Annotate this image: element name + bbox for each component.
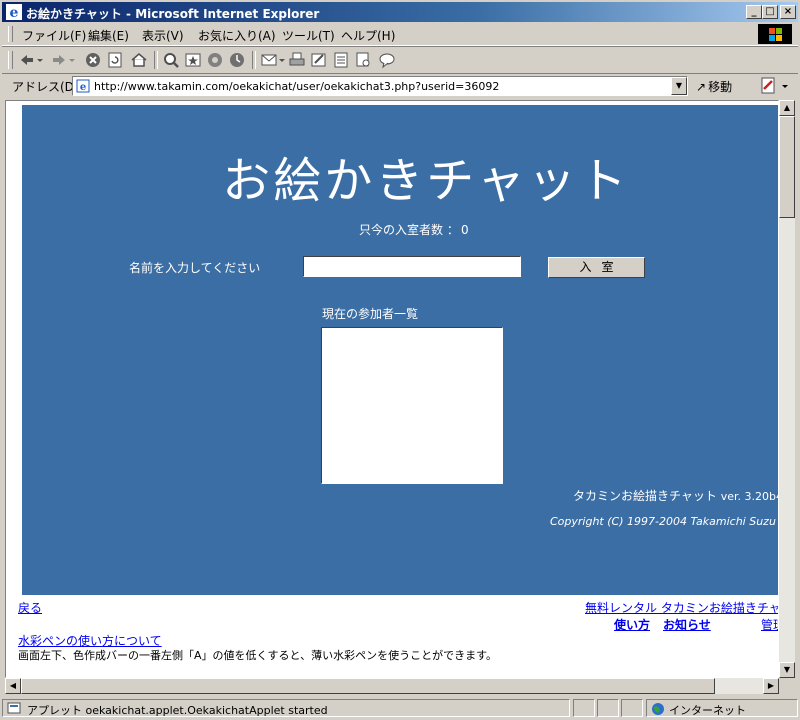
members-list-label: 現在の参加者一覧 [322,307,419,321]
svg-text:e: e [10,5,19,20]
scroll-down-button[interactable]: ▼ [779,662,795,678]
name-input[interactable] [303,256,521,277]
menu-file[interactable]: ファイル(F) [22,27,86,44]
status-message-panel: アプレット oekakichat.applet.OekakichatApplet… [2,699,570,717]
forward-arrow-icon[interactable] [50,51,68,69]
go-arrow-icon: ↗ [696,80,707,94]
watercolor-pen-text: 画面左下、色作成バーの一番左側「A」の値を低くすると、薄い水彩ペンを使うことがで… [18,649,497,662]
address-dropdown-icon[interactable]: ▼ [671,77,687,95]
mail-icon[interactable] [260,51,278,69]
back-arrow-icon[interactable] [18,51,36,69]
research-icon[interactable] [354,51,372,69]
admin-link[interactable]: 管理 [761,616,778,633]
windows-logo-icon [758,24,792,44]
favorites-icon[interactable] [184,51,202,69]
menu-grip [8,26,13,42]
menu-help[interactable]: ヘルプ(H) [341,27,395,44]
media-icon[interactable] [206,51,224,69]
menu-view[interactable]: 表示(V) [142,27,184,44]
scroll-right-button[interactable]: ▶ [763,678,779,694]
menu-favorites[interactable]: お気に入り(A) [198,27,276,44]
enter-room-button[interactable]: 入室 [548,257,645,278]
vertical-scroll-thumb[interactable] [779,116,795,218]
members-list[interactable] [321,327,503,484]
how-to-use-link[interactable]: 使い方 [614,616,650,633]
menu-tools[interactable]: ツール(T) [282,27,335,44]
free-rental-link[interactable]: 無料レンタル タカミンお絵描きチャット [585,599,778,616]
address-label: アドレス(D) [12,80,79,94]
scroll-left-button[interactable]: ◀ [5,678,21,694]
home-icon[interactable] [130,51,148,69]
title-bar[interactable]: e お絵かきチャット - Microsoft Internet Explorer… [2,2,798,22]
horizontal-scrollbar[interactable]: ◀ ▶ [5,678,779,694]
print-icon[interactable] [288,51,306,69]
security-zone-text: インターネット [669,704,746,717]
address-url: http://www.takamin.com/oekakichat/user/o… [94,80,500,93]
status-cell-1 [573,699,595,717]
back-link[interactable]: 戻る [18,599,42,616]
status-bar: アプレット oekakichat.applet.OekakichatApplet… [0,697,800,720]
back-dropdown-icon[interactable] [36,51,44,69]
applet-title: お絵かきチャット [222,153,630,209]
occupant-count-value: 0 [461,223,469,237]
discuss-icon[interactable] [332,51,350,69]
mail-dropdown-icon[interactable] [278,51,286,69]
browser-window: e お絵かきチャット - Microsoft Internet Explorer… [0,0,800,720]
window-title: お絵かきチャット - Microsoft Internet Explorer [26,7,320,21]
globe-icon [652,703,664,715]
stop-icon[interactable] [84,51,102,69]
menu-bar: ファイル(F) 編集(E) 表示(V) お気に入り(A) ツール(T) ヘルプ(… [2,23,798,46]
minimize-button[interactable]: _ [746,5,762,19]
vertical-scrollbar[interactable]: ▲ ▼ [779,100,795,678]
copyright-text: Copyright (C) 1997-2004 Takamichi Suzu [550,515,776,528]
chat-applet[interactable]: お絵かきチャット 只今の入室者数 ： 0 名前を入力してください 入室 現在の参… [22,105,779,595]
history-icon[interactable] [228,51,246,69]
applet-status-icon [7,702,21,714]
name-label: 名前を入力してください [129,261,261,275]
go-button[interactable]: ↗ 移動 [696,78,732,95]
close-button[interactable]: × [780,5,796,19]
status-cell-3 [621,699,643,717]
scroll-up-button[interactable]: ▲ [779,100,795,116]
maximize-button[interactable]: □ [762,5,778,19]
svg-text:e: e [80,82,86,93]
forward-dropdown-icon[interactable] [68,51,76,69]
refresh-icon[interactable] [106,51,124,69]
search-icon[interactable] [162,51,180,69]
edit-icon[interactable] [310,51,328,69]
ie-logo-icon: e [6,4,22,20]
menu-edit[interactable]: 編集(E) [88,27,129,44]
extension-button[interactable] [760,77,790,95]
brand-text: タカミンお絵描きチャット ver. 3.20b4 [573,487,779,504]
security-zone-panel: インターネット [646,699,798,717]
news-link[interactable]: お知らせ [663,616,711,633]
version-text: ver. 3.20b4 [720,490,779,503]
address-bar: アドレス(D) e http://www.takamin.com/oekakic… [2,73,798,98]
status-message: アプレット oekakichat.applet.OekakichatApplet… [27,704,328,717]
address-input[interactable]: e http://www.takamin.com/oekakichat/user… [72,76,688,96]
occupant-count-label: 只今の入室者数 ： [359,223,459,237]
toolbar [2,46,798,74]
status-cell-2 [597,699,619,717]
horizontal-scroll-thumb[interactable] [21,678,715,694]
web-content: お絵かきチャット 只今の入室者数 ： 0 名前を入力してください 入室 現在の参… [5,100,779,678]
messenger-icon[interactable] [378,51,396,69]
page-icon: e [76,79,90,93]
